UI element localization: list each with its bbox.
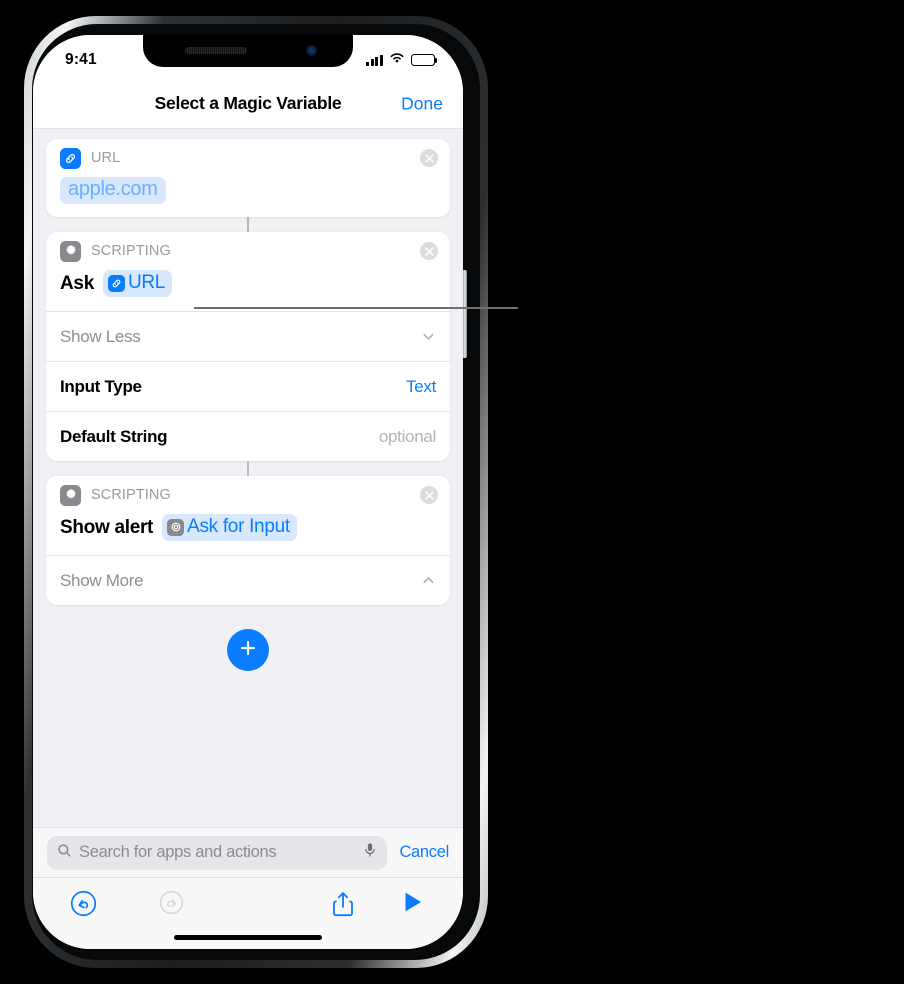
token-label: Ask for Input bbox=[187, 516, 290, 537]
link-icon bbox=[60, 147, 81, 169]
show-more-label: Show More bbox=[60, 570, 144, 590]
shortcut-editor-content: URL apple.com SCRIPTING Ask URL Show Les… bbox=[33, 129, 463, 827]
gear-icon bbox=[60, 484, 81, 506]
card-connector bbox=[247, 217, 249, 232]
iphone-device-frame: 9:41 Select a Magic Variable Done URL ap… bbox=[24, 16, 488, 968]
close-circle-icon[interactable] bbox=[420, 486, 438, 504]
search-placeholder: Search for apps and actions bbox=[79, 843, 277, 861]
action-card-show-alert[interactable]: SCRIPTING Show alert Ask for Input Show … bbox=[46, 476, 450, 605]
redo-icon bbox=[159, 890, 184, 920]
show-less-row[interactable]: Show Less bbox=[46, 311, 450, 361]
speaker-grille-icon bbox=[185, 47, 247, 54]
close-circle-icon[interactable] bbox=[420, 149, 438, 167]
card-category-label: SCRIPTING bbox=[91, 487, 171, 503]
card-category-label: SCRIPTING bbox=[91, 243, 171, 259]
battery-icon bbox=[411, 54, 438, 66]
row-default-string[interactable]: Default String optional bbox=[46, 411, 450, 461]
notch bbox=[143, 35, 353, 67]
wifi-icon bbox=[389, 51, 405, 69]
search-bar: Search for apps and actions Cancel bbox=[33, 827, 463, 877]
row-value[interactable]: Text bbox=[406, 377, 436, 397]
show-less-label: Show Less bbox=[60, 326, 141, 346]
plus-icon bbox=[238, 638, 258, 663]
gear-icon bbox=[60, 240, 81, 262]
search-input[interactable]: Search for apps and actions bbox=[47, 835, 388, 870]
status-icons bbox=[366, 51, 438, 69]
close-circle-icon[interactable] bbox=[420, 242, 438, 260]
play-icon bbox=[402, 890, 424, 919]
card-body: apple.com bbox=[46, 177, 450, 217]
callout-leader-line bbox=[194, 307, 518, 309]
magic-variable-token-ask-for-input[interactable]: Ask for Input bbox=[162, 514, 297, 541]
url-value-pill[interactable]: apple.com bbox=[60, 177, 166, 204]
card-body: Show alert Ask for Input bbox=[46, 514, 450, 555]
done-button[interactable]: Done bbox=[401, 93, 443, 114]
token-label: URL bbox=[127, 272, 166, 293]
action-label: Ask bbox=[60, 272, 94, 294]
row-label: Input Type bbox=[60, 376, 142, 396]
show-more-row[interactable]: Show More bbox=[46, 555, 450, 605]
page-title: Select a Magic Variable bbox=[154, 93, 342, 113]
magic-variable-token-url[interactable]: URL bbox=[102, 270, 173, 297]
action-label: Show alert bbox=[60, 516, 154, 538]
card-header: SCRIPTING bbox=[46, 476, 450, 514]
signal-bars-icon bbox=[366, 54, 383, 66]
row-value[interactable]: optional bbox=[379, 427, 436, 447]
undo-button[interactable] bbox=[57, 890, 109, 922]
chevron-up-icon bbox=[421, 573, 436, 588]
chevron-down-icon bbox=[421, 329, 436, 344]
undo-icon bbox=[70, 890, 97, 922]
home-indicator bbox=[174, 934, 322, 940]
add-action-button[interactable] bbox=[227, 629, 269, 671]
link-icon bbox=[107, 274, 125, 292]
card-header: SCRIPTING bbox=[46, 232, 450, 270]
share-icon bbox=[331, 890, 355, 923]
redo-button bbox=[145, 890, 197, 920]
gear-icon bbox=[167, 518, 185, 536]
front-camera-icon bbox=[306, 45, 317, 56]
card-header: URL bbox=[46, 139, 450, 177]
device-screen: 9:41 Select a Magic Variable Done URL ap… bbox=[33, 35, 463, 949]
row-label: Default String bbox=[60, 426, 168, 446]
action-card-url[interactable]: URL apple.com bbox=[46, 139, 450, 217]
share-button[interactable] bbox=[317, 890, 369, 923]
microphone-icon[interactable] bbox=[363, 842, 377, 863]
card-body: Ask URL bbox=[46, 270, 450, 311]
search-icon bbox=[57, 843, 72, 863]
cancel-button[interactable]: Cancel bbox=[399, 843, 449, 862]
card-connector bbox=[247, 461, 249, 476]
action-card-ask[interactable]: SCRIPTING Ask URL Show Less Input Type T… bbox=[46, 232, 450, 461]
card-category-label: URL bbox=[91, 150, 121, 166]
nav-bar: Select a Magic Variable Done bbox=[33, 79, 463, 129]
row-input-type[interactable]: Input Type Text bbox=[46, 361, 450, 411]
status-time: 9:41 bbox=[65, 51, 97, 68]
run-button[interactable] bbox=[387, 890, 439, 919]
